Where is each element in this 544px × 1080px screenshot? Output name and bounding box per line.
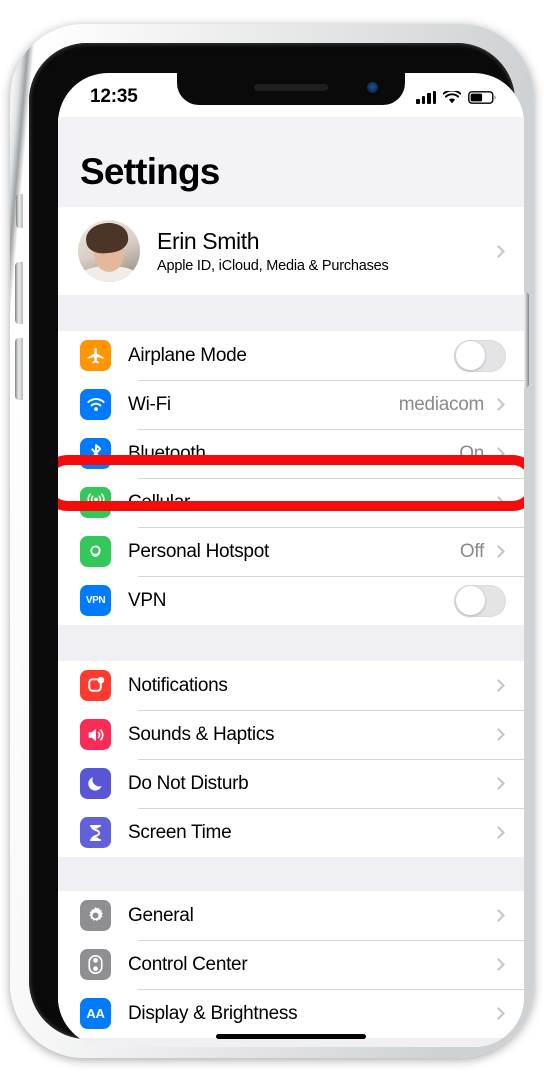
sidebar-item-bluetooth[interactable]: Bluetooth On [58, 429, 524, 478]
sidebar-item-screen-time[interactable]: Screen Time [58, 808, 524, 857]
bluetooth-icon [80, 438, 111, 469]
chevron-right-icon [492, 826, 505, 839]
chevron-right-icon [492, 958, 505, 971]
apple-id-row[interactable]: Erin Smith Apple ID, iCloud, Media & Pur… [58, 207, 524, 295]
wifi-icon [80, 389, 111, 420]
row-label: General [128, 904, 194, 926]
home-indicator[interactable] [216, 1033, 366, 1039]
row-label: Cellular [128, 491, 191, 513]
row-label: Bluetooth [128, 442, 206, 464]
row-label: Wi-Fi [128, 393, 171, 415]
sidebar-item-wifi[interactable]: Wi-Fi mediacom [58, 380, 524, 429]
notch [177, 73, 405, 105]
phone-screen: 12:35 Settings Erin Smith Apple ID, iClo… [58, 73, 524, 1047]
account-text: Erin Smith Apple ID, iCloud, Media & Pur… [157, 228, 494, 274]
hourglass-icon [80, 817, 111, 848]
chevron-right-icon [492, 728, 505, 741]
settings-list[interactable]: Settings Erin Smith Apple ID, iCloud, Me… [58, 117, 524, 1047]
gear-icon [80, 900, 111, 931]
airplane-mode-toggle[interactable] [454, 339, 506, 372]
sidebar-item-general[interactable]: General [58, 891, 524, 940]
hotspot-icon [80, 536, 111, 567]
row-label: Sounds & Haptics [128, 723, 275, 745]
account-name: Erin Smith [157, 228, 260, 254]
chevron-right-icon [492, 447, 505, 460]
sidebar-item-sounds-haptics[interactable]: Sounds & Haptics [58, 710, 524, 759]
avatar [78, 220, 140, 282]
moon-icon [80, 768, 111, 799]
battery-icon [468, 90, 496, 104]
wifi-icon [443, 90, 461, 103]
sidebar-item-vpn[interactable]: VPN VPN [58, 576, 524, 625]
chevron-right-icon [492, 777, 505, 790]
status-time: 12:35 [90, 86, 138, 107]
airplane-icon [80, 340, 111, 371]
account-group: Erin Smith Apple ID, iCloud, Media & Pur… [58, 207, 524, 295]
chevron-right-icon [492, 679, 505, 692]
status-icons [416, 90, 496, 104]
vpn-icon: VPN [80, 585, 111, 616]
row-label: Control Center [128, 953, 248, 975]
phone-frame: 12:35 Settings Erin Smith Apple ID, iClo… [10, 24, 534, 1058]
chevron-right-icon [492, 496, 505, 509]
front-camera-icon [367, 82, 378, 93]
hotspot-value: Off [459, 540, 484, 562]
group-separator [58, 625, 524, 661]
chevron-right-icon [492, 1007, 505, 1020]
chevron-right-icon [492, 909, 505, 922]
sidebar-item-display-brightness[interactable]: AA Display & Brightness [58, 989, 524, 1038]
volume-up-button[interactable] [15, 262, 23, 324]
row-label: Personal Hotspot [128, 540, 269, 562]
sidebar-item-personal-hotspot[interactable]: Personal Hotspot Off [58, 527, 524, 576]
row-label: Do Not Disturb [128, 772, 249, 794]
row-label: Screen Time [128, 821, 232, 843]
chevron-right-icon [492, 398, 505, 411]
volume-down-button[interactable] [15, 338, 23, 400]
sidebar-item-do-not-disturb[interactable]: Do Not Disturb [58, 759, 524, 808]
page-title: Settings [80, 151, 220, 192]
notifications-icon [80, 670, 111, 701]
sounds-icon [80, 719, 111, 750]
chevron-right-icon [492, 545, 505, 558]
connectivity-group: Airplane Mode Wi-Fi mediacom Bluetooth O… [58, 331, 524, 625]
sidebar-item-control-center[interactable]: Control Center [58, 940, 524, 989]
aa-icon: AA [80, 998, 111, 1029]
row-label: Display & Brightness [128, 1002, 298, 1024]
sidebar-item-cellular[interactable]: Cellular [58, 478, 524, 527]
mute-switch[interactable] [16, 194, 23, 228]
speaker-grille-icon [254, 84, 328, 91]
vpn-toggle[interactable] [454, 584, 506, 617]
account-subtitle: Apple ID, iCloud, Media & Purchases [157, 258, 389, 274]
chevron-right-icon [492, 244, 505, 258]
row-label: VPN [128, 589, 167, 611]
control-center-icon [80, 949, 111, 980]
phone-bezel: 12:35 Settings Erin Smith Apple ID, iClo… [29, 43, 524, 1047]
header-area: Settings [58, 117, 524, 207]
sidebar-item-notifications[interactable]: Notifications [58, 661, 524, 710]
wifi-network-value: mediacom [398, 393, 485, 415]
cellular-bars-icon [416, 90, 436, 104]
cellular-icon [80, 487, 111, 518]
row-label: Notifications [128, 674, 228, 696]
sidebar-item-airplane-mode[interactable]: Airplane Mode [58, 331, 524, 380]
group-separator [58, 295, 524, 331]
alerts-group: Notifications Sounds & Haptics Do Not Di… [58, 661, 524, 857]
row-label: Airplane Mode [128, 344, 247, 366]
system-group: General Control Center AA Display & Brig… [58, 891, 524, 1038]
bluetooth-value: On [459, 442, 484, 464]
group-separator [58, 857, 524, 891]
